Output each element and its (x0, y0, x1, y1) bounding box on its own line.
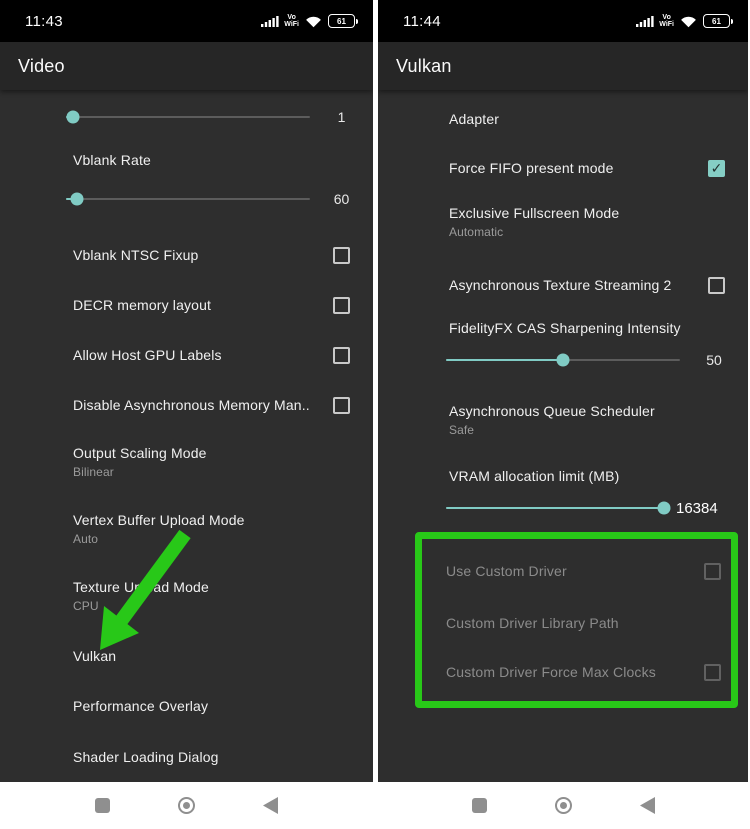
wifi-icon (304, 14, 323, 28)
setting-vblank-ntsc-fixup[interactable]: Vblank NTSC Fixup (73, 238, 373, 272)
status-bar-left: 11:43 Vo WiFi 61 (0, 0, 373, 42)
vowifi-indicator: Vo WiFi (659, 14, 674, 28)
setting-vulkan[interactable]: Vulkan (73, 645, 373, 667)
setting-label-fidelityfx-cas: FidelityFX CAS Sharpening Intensity (449, 318, 748, 338)
setting-disable-async-memory[interactable]: Disable Asynchronous Memory Man.. (73, 388, 373, 422)
battery-percent: 61 (712, 17, 721, 26)
home-button[interactable] (176, 795, 198, 817)
status-icons: Vo WiFi 61 (636, 14, 730, 28)
slider-value: 16384 (676, 500, 718, 517)
slider-track[interactable] (66, 116, 310, 119)
setting-adapter[interactable]: Adapter (449, 108, 748, 130)
setting-allow-host-gpu-labels[interactable]: Allow Host GPU Labels (73, 338, 373, 372)
setting-current-value: Bilinear (73, 465, 373, 479)
setting-custom-driver-force-max-clocks-disabled: Custom Driver Force Max Clocks (422, 656, 731, 688)
slider-track[interactable] (446, 507, 668, 510)
annotation-rectangle-custom-driver: Use Custom Driver Custom Driver Library … (415, 532, 738, 708)
setting-use-custom-driver-disabled: Use Custom Driver (422, 555, 731, 587)
slider-thumb[interactable] (657, 502, 670, 515)
slider-row-vblank-rate: 60 (0, 184, 373, 214)
checkbox-unchecked[interactable] (333, 347, 350, 364)
checkbox-unchecked[interactable] (333, 247, 350, 264)
checkbox-disabled (704, 563, 721, 580)
slider-row-top: 1 (0, 102, 373, 132)
home-button[interactable] (552, 795, 574, 817)
home-icon (178, 797, 195, 814)
slider-thumb[interactable] (67, 111, 80, 124)
vulkan-settings-list[interactable]: Adapter Force FIFO present mode Exclusiv… (378, 90, 748, 782)
checkbox-disabled (704, 664, 721, 681)
home-icon (555, 797, 572, 814)
battery-icon: 61 (328, 14, 355, 28)
slider-thumb[interactable] (70, 193, 83, 206)
page-title: Vulkan (396, 56, 452, 77)
video-settings-list[interactable]: 1 Vblank Rate 60 Vblank NTSC Fixup DECR … (0, 90, 373, 782)
setting-custom-driver-library-path-disabled: Custom Driver Library Path (422, 607, 731, 639)
checkbox-unchecked[interactable] (333, 397, 350, 414)
slider-thumb[interactable] (557, 354, 570, 367)
recents-button[interactable] (92, 795, 114, 817)
setting-current-value: Auto (73, 532, 373, 546)
setting-async-queue-scheduler[interactable]: Asynchronous Queue Scheduler Safe (449, 403, 748, 437)
screenshot-video-settings: 11:43 Vo WiFi 61 Video (0, 0, 373, 829)
setting-current-value: Automatic (449, 225, 748, 239)
back-icon (640, 797, 655, 814)
appbar-vulkan: Vulkan (378, 42, 748, 90)
recents-icon (95, 798, 110, 813)
setting-async-texture-streaming-2[interactable]: Asynchronous Texture Streaming 2 (449, 268, 748, 302)
setting-decr-memory-layout[interactable]: DECR memory layout (73, 288, 373, 322)
setting-current-value: Safe (449, 423, 748, 437)
slider-track[interactable] (446, 359, 680, 362)
slider-row-fidelityfx: 50 (378, 345, 748, 375)
setting-shader-loading-dialog[interactable]: Shader Loading Dialog (73, 746, 373, 768)
checkbox-checked[interactable] (708, 160, 725, 177)
slider-track[interactable] (66, 198, 310, 201)
wifi-icon (679, 14, 698, 28)
clock: 11:43 (25, 13, 63, 30)
back-button[interactable] (636, 795, 658, 817)
checkbox-unchecked[interactable] (708, 277, 725, 294)
checkbox-unchecked[interactable] (333, 297, 350, 314)
signal-strength-icon (261, 15, 279, 28)
setting-exclusive-fullscreen-mode[interactable]: Exclusive Fullscreen Mode Automatic (449, 205, 748, 239)
setting-label-vram-limit: VRAM allocation limit (MB) (449, 466, 748, 486)
screenshot-vulkan-settings: 11:44 Vo WiFi 61 Vulkan Ad (378, 0, 748, 829)
battery-icon: 61 (703, 14, 730, 28)
setting-performance-overlay[interactable]: Performance Overlay (73, 695, 373, 717)
nav-bar-right (378, 782, 748, 829)
setting-current-value: CPU (73, 599, 373, 613)
slider-value: 1 (310, 109, 373, 125)
setting-output-scaling-mode[interactable]: Output Scaling Mode Bilinear (73, 445, 373, 479)
signal-strength-icon (636, 15, 654, 28)
slider-value: 60 (310, 191, 373, 207)
setting-label-vblank-rate: Vblank Rate (73, 150, 373, 170)
status-bar-right: 11:44 Vo WiFi 61 (378, 0, 748, 42)
back-icon (263, 797, 278, 814)
recents-icon (472, 798, 487, 813)
status-icons: Vo WiFi 61 (261, 14, 355, 28)
slider-row-vram: 16384 (378, 493, 748, 523)
battery-percent: 61 (337, 17, 346, 26)
nav-bar-left (0, 782, 373, 829)
back-button[interactable] (260, 795, 282, 817)
vowifi-indicator: Vo WiFi (284, 14, 299, 28)
appbar-video: Video (0, 42, 373, 90)
setting-texture-upload-mode[interactable]: Texture Upload Mode CPU (73, 579, 373, 613)
slider-value: 50 (680, 352, 748, 368)
setting-force-fifo-present-mode[interactable]: Force FIFO present mode (449, 151, 748, 185)
setting-vertex-buffer-upload-mode[interactable]: Vertex Buffer Upload Mode Auto (73, 512, 373, 546)
page-title: Video (18, 56, 65, 77)
recents-button[interactable] (468, 795, 490, 817)
clock: 11:44 (403, 13, 441, 30)
